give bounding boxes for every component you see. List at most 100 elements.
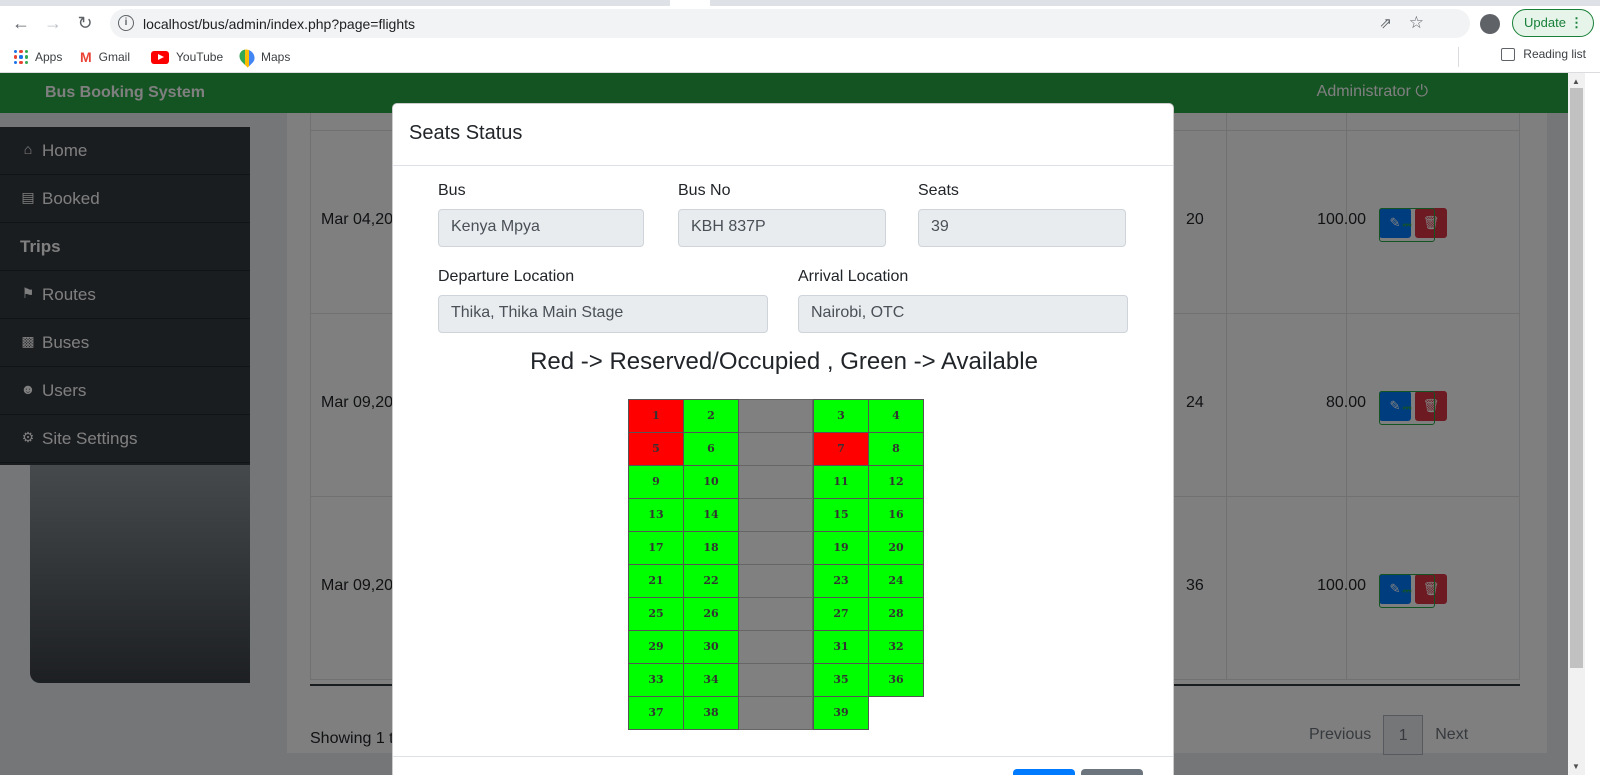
seat-38[interactable]: 38 <box>683 696 739 730</box>
bookmark-label: YouTube <box>176 50 224 64</box>
bookmark-label: Apps <box>35 50 63 64</box>
bus-no-field-group: Bus No KBH 837P <box>678 182 886 247</box>
reload-icon[interactable]: ↻ <box>72 10 98 36</box>
seats-field-group: Seats 39 <box>918 182 1126 247</box>
seat-31[interactable]: 31 <box>813 630 869 664</box>
seat-8[interactable]: 8 <box>868 432 924 466</box>
footer-primary-button[interactable] <box>1013 769 1075 775</box>
seat-12[interactable]: 12 <box>868 465 924 499</box>
bus-field-group: Bus Kenya Mpya <box>438 182 644 247</box>
seat-1[interactable]: 1 <box>628 399 684 433</box>
reading-list-label: Reading list <box>1523 47 1586 61</box>
seat-27[interactable]: 27 <box>813 597 869 631</box>
modal-footer <box>393 756 1173 757</box>
seat-23[interactable]: 23 <box>813 564 869 598</box>
seat-24[interactable]: 24 <box>868 564 924 598</box>
bookmark-star-icon[interactable]: ☆ <box>1409 13 1424 33</box>
seat-9[interactable]: 9 <box>628 465 684 499</box>
bus-label: Bus <box>438 182 466 199</box>
seat-25[interactable]: 25 <box>628 597 684 631</box>
departure-input: Thika, Thika Main Stage <box>438 295 768 333</box>
scroll-down-icon[interactable]: ▼ <box>1572 762 1580 771</box>
seat-26[interactable]: 26 <box>683 597 739 631</box>
aisle <box>738 564 813 598</box>
seat-18[interactable]: 18 <box>683 531 739 565</box>
scroll-up-icon[interactable]: ▲ <box>1572 77 1580 86</box>
bookmark-youtube[interactable]: YouTube <box>151 47 223 67</box>
aisle <box>738 432 813 466</box>
bus-no-label: Bus No <box>678 182 731 199</box>
seat-7[interactable]: 7 <box>813 432 869 466</box>
reading-list[interactable]: Reading list <box>1501 47 1586 61</box>
page-scrollbar[interactable]: ▲ ▼ <box>1568 73 1585 775</box>
seat-16[interactable]: 16 <box>868 498 924 532</box>
bus-no-input: KBH 837P <box>678 209 886 247</box>
arrival-field-group: Arrival Location Nairobi, OTC <box>798 268 1128 333</box>
seat-37[interactable]: 37 <box>628 696 684 730</box>
url-text[interactable]: localhost/bus/admin/index.php?page=fligh… <box>143 16 415 32</box>
bookmark-label: Gmail <box>98 50 131 64</box>
seat-4[interactable]: 4 <box>868 399 924 433</box>
seat-20[interactable]: 20 <box>868 531 924 565</box>
aisle <box>738 630 813 664</box>
browser-toolbar: ← → ↻ i localhost/bus/admin/index.php?pa… <box>0 6 1600 41</box>
seats-label: Seats <box>918 182 959 199</box>
modal-title: Seats Status <box>393 104 1173 166</box>
seat-39[interactable]: 39 <box>813 696 869 730</box>
aisle <box>738 663 813 697</box>
bookmark-maps[interactable]: Maps <box>236 46 291 68</box>
apps-grid-icon <box>14 50 28 64</box>
aisle <box>738 465 813 499</box>
departure-field-group: Departure Location Thika, Thika Main Sta… <box>438 268 768 333</box>
seat-36[interactable]: 36 <box>868 663 924 697</box>
address-bar[interactable]: i localhost/bus/admin/index.php?page=fli… <box>110 9 1470 38</box>
seat-13[interactable]: 13 <box>628 498 684 532</box>
seat-2[interactable]: 2 <box>683 399 739 433</box>
footer-close-button[interactable] <box>1081 769 1143 775</box>
aisle <box>738 498 813 532</box>
update-button[interactable]: Update ⋮ <box>1512 9 1594 37</box>
profile-avatar[interactable] <box>1480 14 1500 34</box>
seat-32[interactable]: 32 <box>868 630 924 664</box>
seat-15[interactable]: 15 <box>813 498 869 532</box>
bookmark-label: Maps <box>261 50 291 64</box>
departure-label: Departure Location <box>438 268 575 285</box>
menu-dots-icon: ⋮ <box>1570 15 1583 30</box>
seat-34[interactable]: 34 <box>683 663 739 697</box>
seat-6[interactable]: 6 <box>683 432 739 466</box>
gmail-icon: M <box>80 49 92 65</box>
seat-14[interactable]: 14 <box>683 498 739 532</box>
bookmarks-divider <box>1458 47 1459 67</box>
forward-icon[interactable]: → <box>40 10 66 36</box>
seat-21[interactable]: 21 <box>628 564 684 598</box>
info-icon[interactable]: i <box>118 15 134 31</box>
bookmarks-bar: Apps M Gmail YouTube Maps Reading list <box>0 41 1600 73</box>
youtube-icon <box>151 50 169 64</box>
seat-legend: Red -> Reserved/Occupied , Green -> Avai… <box>530 348 1038 375</box>
bookmark-apps[interactable]: Apps <box>14 47 62 67</box>
bookmark-gmail[interactable]: M Gmail <box>80 47 130 67</box>
seats-input: 39 <box>918 209 1126 247</box>
seats-status-modal: Seats Status Bus Kenya Mpya Bus No KBH 8… <box>392 103 1174 775</box>
seat-22[interactable]: 22 <box>683 564 739 598</box>
arrival-label: Arrival Location <box>798 268 909 285</box>
seat-35[interactable]: 35 <box>813 663 869 697</box>
seat-11[interactable]: 11 <box>813 465 869 499</box>
arrival-input: Nairobi, OTC <box>798 295 1128 333</box>
aisle <box>738 696 813 730</box>
bus-input: Kenya Mpya <box>438 209 644 247</box>
seat-30[interactable]: 30 <box>683 630 739 664</box>
back-icon[interactable]: ← <box>8 10 34 36</box>
scroll-thumb[interactable] <box>1570 88 1583 668</box>
seat-19[interactable]: 19 <box>813 531 869 565</box>
seat-5[interactable]: 5 <box>628 432 684 466</box>
seat-17[interactable]: 17 <box>628 531 684 565</box>
seat-28[interactable]: 28 <box>868 597 924 631</box>
seat-3[interactable]: 3 <box>813 399 869 433</box>
share-icon[interactable]: ⇗ <box>1379 14 1392 32</box>
aisle <box>738 531 813 565</box>
seat-10[interactable]: 10 <box>683 465 739 499</box>
seat-33[interactable]: 33 <box>628 663 684 697</box>
seat-29[interactable]: 29 <box>628 630 684 664</box>
maps-icon <box>236 46 258 68</box>
